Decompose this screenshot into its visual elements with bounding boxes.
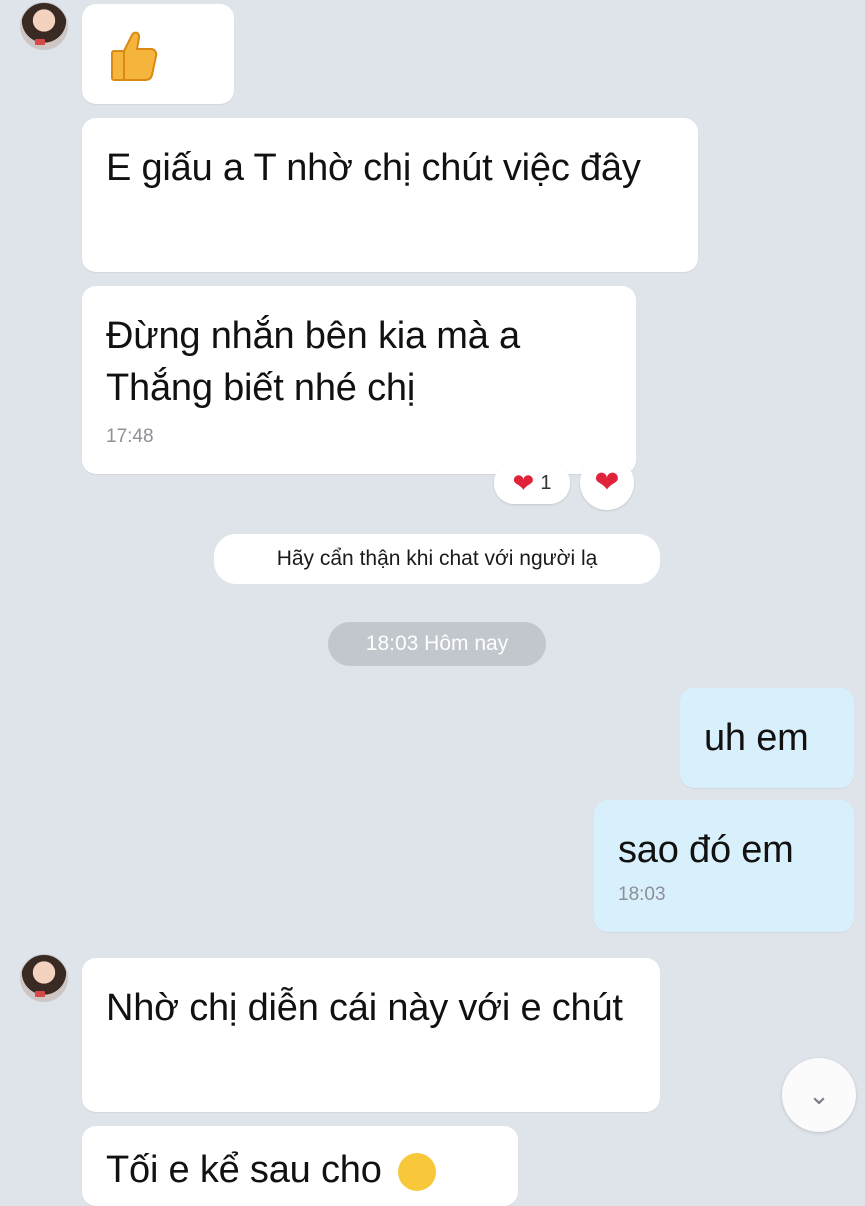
react-heart-button[interactable]: ❤ bbox=[580, 456, 634, 510]
message-text: uh em bbox=[704, 717, 809, 759]
reaction-count: 1 bbox=[540, 471, 552, 494]
date-separator: 18:03 Hôm nay bbox=[328, 622, 546, 666]
message-bubble[interactable]: Đừng nhắn bên kia mà a Thắng biết nhé ch… bbox=[82, 286, 636, 474]
heart-icon: ❤ bbox=[512, 468, 535, 498]
message-text: Tối e kể sau cho bbox=[106, 1144, 494, 1196]
contact-avatar[interactable] bbox=[20, 954, 68, 1002]
message-text: E giấu a T nhờ chị chút việc đây bbox=[106, 147, 641, 189]
message-text: Đừng nhắn bên kia mà a Thắng biết nhé ch… bbox=[106, 315, 520, 409]
chevrons-down-icon: ⌄ bbox=[808, 1079, 830, 1110]
message-timestamp: 18:03 bbox=[618, 884, 666, 905]
safety-notice: Hãy cẩn thận khi chat với người lạ bbox=[214, 534, 660, 584]
date-separator-text: 18:03 Hôm nay bbox=[365, 632, 509, 655]
reaction-summary[interactable]: ❤ 1 bbox=[494, 462, 570, 504]
contact-avatar[interactable] bbox=[20, 2, 68, 50]
heart-icon: ❤ bbox=[594, 466, 620, 499]
message-bubble-outgoing[interactable]: sao đó em 18:03 bbox=[594, 800, 854, 932]
thumbs-up-icon bbox=[111, 31, 158, 81]
message-bubble[interactable]: Tối e kể sau cho bbox=[82, 1126, 518, 1206]
message-bubble[interactable]: Nhờ chị diễn cái này với e chút bbox=[82, 958, 660, 1112]
message-bubble[interactable]: E giấu a T nhờ chị chút việc đây bbox=[82, 118, 698, 272]
message-text-content: Tối e kể sau cho bbox=[106, 1149, 382, 1191]
message-text: sao đó em bbox=[618, 829, 794, 871]
scroll-to-bottom-button[interactable]: ⌄ bbox=[782, 1058, 856, 1132]
message-text: Nhờ chị diễn cái này với e chút bbox=[106, 987, 623, 1029]
message-bubble-sticker[interactable] bbox=[82, 4, 234, 104]
safety-notice-text: Hãy cẩn thận khi chat với người lạ bbox=[276, 547, 598, 570]
message-timestamp: 17:48 bbox=[106, 426, 154, 447]
slightly-smiling-face-icon bbox=[397, 1152, 436, 1191]
message-bubble-outgoing[interactable]: uh em bbox=[680, 688, 854, 788]
